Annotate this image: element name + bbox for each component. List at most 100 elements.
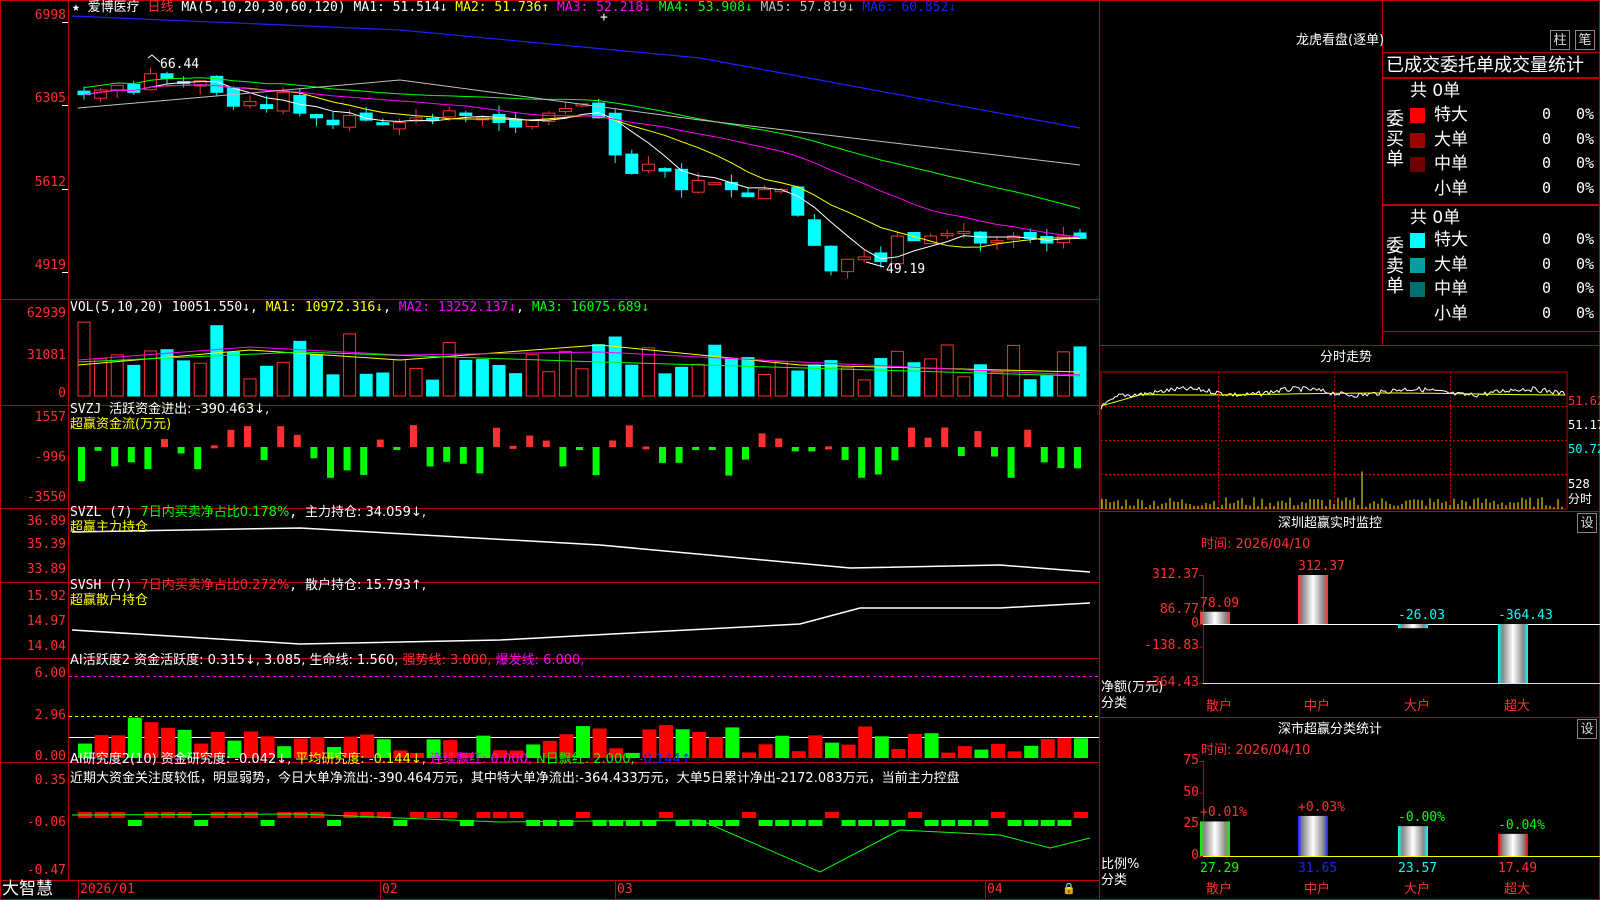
vol-bar [542, 371, 556, 397]
buy-row-pct: 0% [1576, 178, 1595, 197]
flow-bar [858, 447, 866, 478]
vol-bar [525, 354, 539, 397]
research-bar [874, 820, 889, 826]
sc-bar [1200, 821, 1230, 856]
research-bar [908, 812, 922, 818]
sz-category: 中户 [1304, 699, 1331, 714]
candle [890, 235, 904, 265]
activity-bar [841, 744, 856, 758]
sc-change-label: +0.01% [1200, 805, 1247, 821]
research-bar [194, 820, 209, 826]
app-logo[interactable]: 大智慧 [2, 879, 53, 899]
candle [708, 182, 722, 186]
vol-ma1: MA1: 10972.316↓ [265, 300, 384, 315]
buy-row-count: 0 [1542, 154, 1552, 172]
activity-bar [991, 743, 1005, 758]
sc-settings-button[interactable]: 设 [1577, 719, 1597, 739]
research-bar [227, 812, 242, 818]
vol-bar [409, 367, 423, 397]
svzl-header: SVZL (7) 7日内买卖净占比0.178%, 主力持仓: 34.059↓, [70, 505, 426, 520]
vol-bar [741, 357, 755, 397]
ma1-value: MA1: 51.514↓ [353, 0, 456, 15]
tab-zhu-button[interactable]: 柱 [1550, 30, 1570, 50]
ai2-note: 近期大资金关注度较低，明显弱势，今日大单净流出:-390.464万元，其中特大单… [70, 771, 960, 786]
favorite-star-icon[interactable]: ★ [72, 0, 80, 15]
candle [343, 114, 357, 128]
flow-bar [1007, 447, 1015, 478]
stat-tabs-label[interactable]: 已成交委托单成交量统计 [1386, 56, 1584, 75]
main-ytick: 4919 [34, 258, 66, 273]
research-bar [808, 820, 823, 826]
activity-bar [924, 733, 939, 758]
candle [973, 231, 987, 244]
flow-bar [974, 431, 982, 447]
tab-bi-button[interactable]: 笔 [1575, 30, 1595, 50]
sell-row-name: 中单 [1434, 279, 1468, 299]
research-bar [1024, 820, 1039, 826]
vol-bar [94, 358, 108, 397]
vol-ma2: MA2: 13252.137↓ [398, 300, 517, 315]
candle [841, 258, 855, 273]
activity-bar [941, 752, 956, 758]
vol-bar [343, 333, 357, 397]
period-label[interactable]: 日线 [148, 0, 174, 15]
activity-bar [1024, 745, 1039, 758]
ai2-ytick: -0.06 [26, 815, 66, 830]
flow-bar [459, 447, 467, 464]
buy-row-count: 0 [1542, 105, 1552, 123]
research-bar [891, 820, 906, 826]
candle [957, 230, 971, 234]
flow-bar [642, 446, 650, 450]
sell-row-count: 0 [1542, 279, 1552, 297]
sc-change-label: -0.04% [1498, 817, 1545, 833]
candle [625, 153, 639, 174]
sz-bar [1498, 624, 1528, 683]
vol-bar [675, 366, 689, 397]
flow-bar [891, 447, 899, 461]
ma2-value: MA2: 51.736↑ [455, 0, 558, 15]
activity-bar [791, 751, 806, 758]
lock-icon[interactable]: 🔒 [1062, 881, 1076, 896]
vol-bar [1040, 375, 1054, 397]
research-bar [476, 812, 491, 818]
vol-bar [558, 350, 572, 397]
flow-bar [293, 434, 301, 447]
vol-bar [791, 370, 805, 397]
flow-bar [957, 447, 965, 457]
flow-bar [742, 447, 749, 460]
flow-bar [825, 446, 832, 450]
sc-category: 大户 [1404, 882, 1431, 897]
buy-row-count: 0 [1542, 129, 1552, 148]
candle [260, 104, 274, 110]
flow-bar [708, 447, 716, 450]
sz-settings-button[interactable]: 设 [1577, 513, 1597, 533]
activity-bar [1057, 738, 1072, 758]
flow-bar [874, 447, 882, 475]
sell-row-count: 0 [1542, 303, 1552, 322]
candle [226, 87, 240, 107]
sell-row-name: 特大 [1434, 230, 1468, 250]
sz-title: 深圳超赢实时监控 [1278, 516, 1383, 531]
buy-row-name: 中单 [1434, 154, 1468, 174]
flow-bar [94, 447, 102, 451]
vol-bar [127, 364, 141, 397]
main-header: ★ 爱博医疗 日线 MA(5,10,20,30,60,120) MA1: 51.… [72, 0, 956, 15]
svsh-ytick: 14.97 [26, 614, 66, 629]
research-bar [1040, 820, 1055, 826]
flow-bar [841, 447, 849, 460]
svzl-ytick: 35.39 [26, 537, 66, 552]
research-bar [127, 820, 142, 826]
research-bar [675, 820, 690, 826]
fs-price-line [1100, 385, 1566, 410]
buy-row-color-swatch [1410, 157, 1425, 172]
candle [127, 84, 141, 93]
research-bar [327, 820, 341, 826]
vol-bar [509, 373, 523, 397]
candle [326, 119, 340, 126]
research-bar [858, 820, 873, 826]
vol-bar [459, 359, 473, 397]
vol-bar [625, 364, 639, 397]
vol-bar [807, 364, 821, 397]
vol-bar [359, 373, 373, 397]
candle [110, 84, 124, 91]
